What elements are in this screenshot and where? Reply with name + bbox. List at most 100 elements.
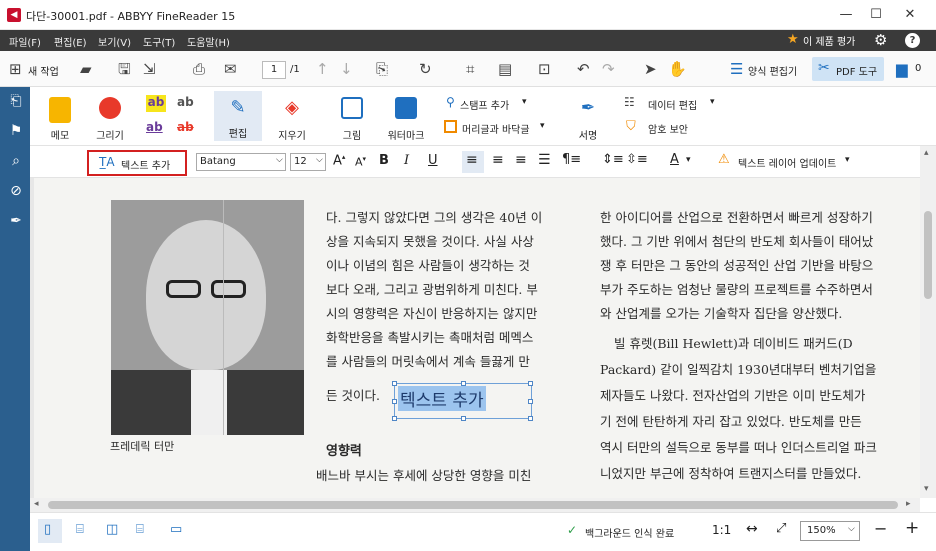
rotate-icon[interactable]: ↻ (419, 61, 432, 77)
zoom-in-icon[interactable]: + (905, 518, 919, 538)
font-select[interactable]: Batang (196, 153, 286, 171)
horizontal-scroll-thumb[interactable] (48, 501, 898, 509)
line-spacing-icon[interactable]: ⇕≡ (602, 152, 624, 167)
page-options-icon[interactable]: ▤ (498, 61, 512, 77)
chevron-down-icon[interactable]: ▾ (522, 97, 527, 107)
erase-button[interactable]: ◈ 지우기 (270, 97, 314, 142)
form-editor-button[interactable]: 양식 편집기 (748, 63, 797, 78)
pdf-page[interactable]: 프레데릭 터만 다. 그렇지 않았다면 그의 생각은 40년 이 상을 지속되지… (34, 178, 920, 498)
menu-tools[interactable]: 도구(T) (143, 34, 175, 49)
signature-panel-icon[interactable]: ✒ (8, 213, 24, 229)
save-as-icon[interactable]: ⇲ (143, 61, 156, 77)
menu-file[interactable]: 파일(F) (9, 34, 41, 49)
email-icon[interactable]: ✉ (224, 61, 237, 77)
page-number-input[interactable]: 1 (262, 61, 286, 79)
menu-help[interactable]: 도움말(H) (187, 34, 230, 49)
underline-format-icon[interactable]: U (428, 153, 438, 168)
bookmark-icon[interactable]: ⚑ (8, 123, 24, 139)
added-text-box[interactable]: 텍스트 추가 (392, 381, 533, 421)
help-icon[interactable]: ? (905, 33, 920, 48)
resize-handle[interactable] (528, 399, 533, 404)
align-left-button[interactable]: ≡ (462, 151, 484, 173)
italic-icon[interactable]: I (404, 153, 409, 168)
actual-size-button[interactable]: 1:1 (712, 523, 731, 537)
highlight-icon[interactable]: ab (146, 95, 166, 112)
resize-handle[interactable] (392, 399, 397, 404)
align-right-icon[interactable]: ≡ (515, 152, 527, 168)
password-security-button[interactable]: 암호 보안 (648, 121, 688, 136)
minimize-button[interactable]: — (836, 6, 856, 24)
form-editor-icon[interactable]: ☰ (730, 61, 743, 77)
attachment-icon[interactable]: ⊘ (8, 183, 24, 199)
pages-icon[interactable]: ⎗ (8, 93, 24, 109)
draw-button[interactable]: 그리기 (90, 97, 130, 142)
close-button[interactable]: ✕ (900, 6, 920, 24)
signature-button[interactable]: ✒ 서명 (570, 97, 606, 142)
picture-button[interactable]: 그림 (334, 97, 370, 142)
header-footer-button[interactable]: 머리글과 바닥글 (462, 121, 530, 136)
new-task-button[interactable]: 새 작업 (28, 63, 59, 78)
decrease-font-icon[interactable]: A▾ (355, 155, 366, 169)
pdf-tools-button[interactable]: ✂ PDF 도구 (812, 57, 884, 81)
update-text-layer-button[interactable]: 텍스트 레이어 업데이트 (738, 155, 836, 170)
add-page-icon[interactable]: ⎘ (376, 61, 388, 77)
paragraph-spacing-icon[interactable]: ⇳≡ (626, 152, 648, 167)
vertical-scrollbar[interactable]: ▴ ▾ (920, 146, 936, 498)
search-icon[interactable]: ⌕ (8, 153, 24, 169)
presentation-view-icon[interactable]: ▭ (170, 522, 182, 537)
resize-handle[interactable] (392, 416, 397, 421)
chevron-down-icon[interactable]: ▾ (710, 97, 715, 107)
resize-handle[interactable] (392, 381, 397, 386)
zoom-out-icon[interactable]: − (874, 519, 887, 538)
scroll-up-icon[interactable]: ▴ (924, 148, 929, 158)
fit-width-icon[interactable]: ↔ (746, 521, 758, 537)
underline-icon[interactable]: ab (146, 120, 163, 134)
add-text-button[interactable]: T̲A 텍스트 추가 (87, 150, 187, 176)
save-icon[interactable]: 🖫 (118, 61, 131, 77)
resize-handle[interactable] (528, 381, 533, 386)
watermark-button[interactable]: 워터마크 (382, 97, 430, 142)
screenshot-icon[interactable]: ⊡ (538, 61, 551, 77)
single-page-view-button[interactable]: ▯ (38, 519, 62, 543)
edit-button[interactable]: ✎ 편집 (214, 91, 262, 141)
portrait-photo[interactable] (111, 200, 304, 435)
added-text[interactable]: 텍스트 추가 (398, 386, 486, 411)
menu-view[interactable]: 보기(V) (98, 34, 131, 49)
bold-icon[interactable]: B (379, 153, 389, 168)
two-page-continuous-icon[interactable]: ⌸ (136, 522, 144, 537)
two-page-view-icon[interactable]: ◫ (106, 522, 118, 537)
resize-handle[interactable] (461, 416, 466, 421)
resize-handle[interactable] (528, 416, 533, 421)
align-center-icon[interactable]: ≡ (492, 152, 504, 168)
select-arrow-icon[interactable]: ➤ (644, 61, 657, 77)
paragraph-icon[interactable]: ¶≡ (562, 152, 581, 167)
scroll-left-icon[interactable]: ◂ (34, 499, 39, 509)
continuous-view-icon[interactable]: ⌸ (76, 522, 84, 537)
maximize-button[interactable]: ☐ (866, 6, 886, 24)
resize-handle[interactable] (461, 381, 466, 386)
comments-icon[interactable]: ▆ (896, 61, 908, 77)
next-page-icon[interactable]: ↓ (340, 61, 353, 77)
scroll-right-icon[interactable]: ▸ (906, 499, 911, 509)
scroll-down-icon[interactable]: ▾ (924, 484, 929, 494)
undo-icon[interactable]: ↶ (577, 61, 590, 77)
rate-product-link[interactable]: 이 제품 평가 (803, 33, 855, 48)
increase-font-icon[interactable]: A▴ (333, 153, 345, 168)
vertical-scroll-thumb[interactable] (924, 211, 932, 299)
justify-icon[interactable]: ☰ (538, 152, 551, 168)
menu-edit[interactable]: 편집(E) (54, 34, 87, 49)
redo-icon[interactable]: ↷ (602, 61, 615, 77)
new-task-icon[interactable]: ⊞ (9, 61, 22, 77)
stamp-add-button[interactable]: 스탬프 추가 (460, 97, 509, 112)
strikethrough-icon[interactable]: ab (177, 120, 194, 134)
crop-icon[interactable]: ⌗ (466, 61, 474, 77)
document-viewer[interactable]: 프레데릭 터만 다. 그렇지 않았다면 그의 생각은 40년 이 상을 지속되지… (30, 178, 920, 498)
open-folder-icon[interactable]: ▰ (80, 61, 92, 77)
chevron-down-icon[interactable]: ▾ (845, 155, 850, 165)
font-color-icon[interactable]: A (670, 152, 679, 167)
prev-page-icon[interactable]: ↑ (316, 61, 329, 77)
memo-button[interactable]: 메모 (42, 97, 78, 142)
print-icon[interactable]: ⎙ (193, 61, 205, 77)
chevron-down-icon[interactable]: ▾ (686, 155, 691, 165)
fit-page-icon[interactable]: ⤢ (776, 521, 786, 536)
